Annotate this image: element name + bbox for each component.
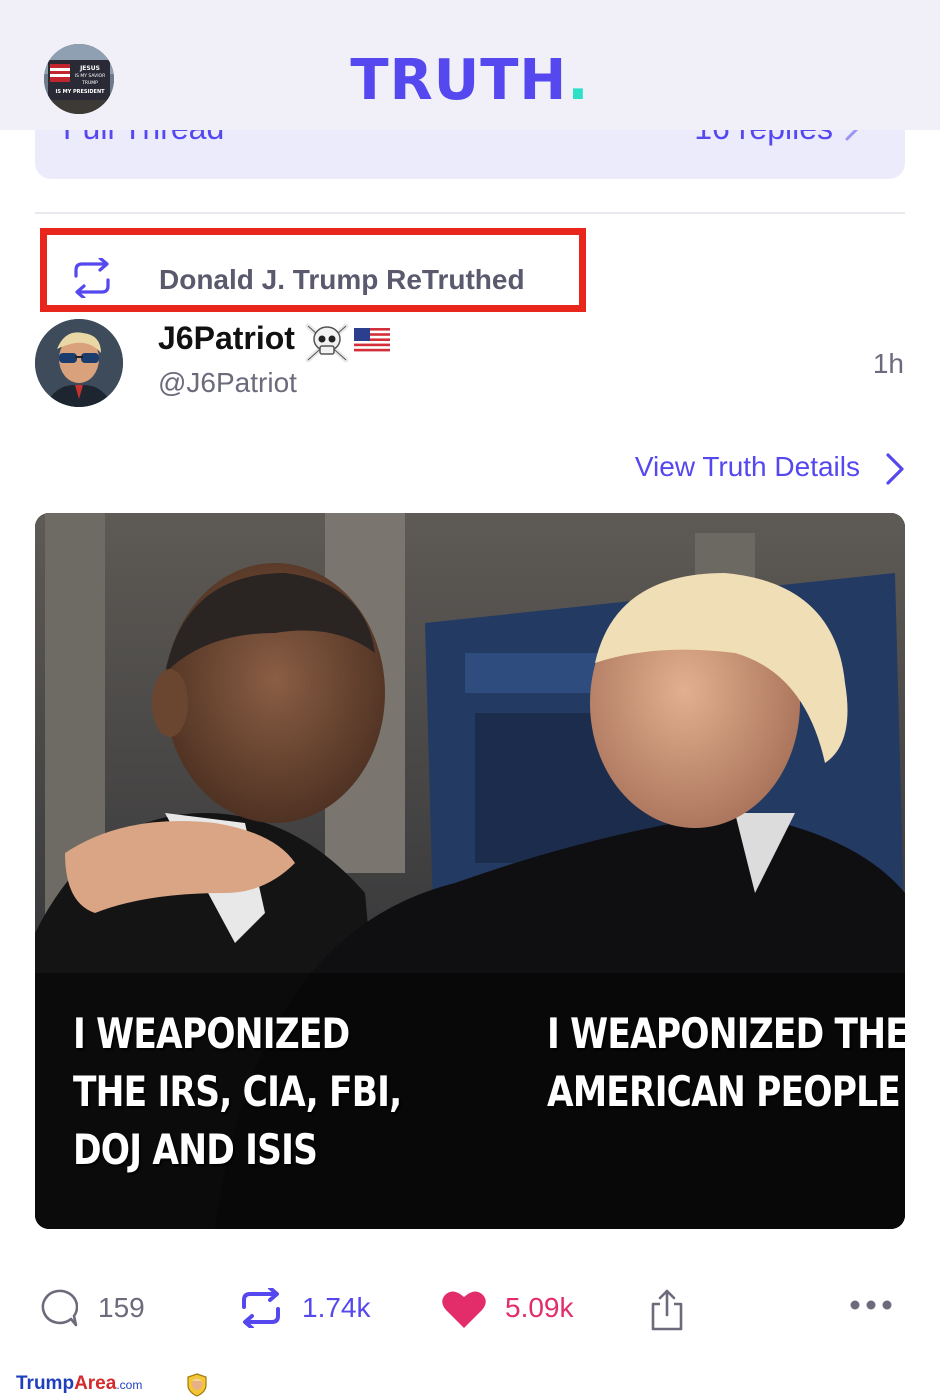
caption-left-line-2: THE IRS, CIA, FBI,	[73, 1067, 402, 1116]
more-icon[interactable]	[848, 1298, 894, 1312]
caption-left-line-1: I WEAPONIZED	[73, 1009, 350, 1058]
logo-dot: .	[567, 48, 590, 113]
meme-caption-right: I WEAPONIZED THE AMERICAN PEOPLE	[547, 1005, 905, 1121]
post-timestamp: 1h	[872, 348, 904, 379]
meme-caption-left: I WEAPONIZED THE IRS, CIA, FBI, DOJ AND …	[73, 1005, 402, 1179]
post-image[interactable]: I WEAPONIZED THE IRS, CIA, FBI, DOJ AND …	[35, 513, 905, 1229]
share-icon[interactable]	[648, 1288, 686, 1332]
skull-crossbones-icon	[305, 323, 349, 363]
retruth-count: 1.74k	[302, 1292, 371, 1323]
author-avatar[interactable]	[35, 319, 123, 407]
reply-count: 159	[98, 1292, 145, 1323]
truth-logo: TRUTH.	[0, 46, 940, 116]
reply-icon[interactable]	[38, 1288, 78, 1328]
divider	[35, 212, 905, 214]
highlight-box	[40, 228, 586, 312]
us-flag-icon	[354, 328, 390, 354]
watermark-part-1: Trump	[16, 1373, 75, 1394]
watermark-part-2: Area	[74, 1373, 117, 1394]
author-handle[interactable]: @J6Patriot	[158, 367, 297, 399]
caption-right-line-2: AMERICAN PEOPLE	[547, 1067, 901, 1116]
like-count: 5.09k	[505, 1292, 574, 1323]
retruth-icon[interactable]	[238, 1288, 284, 1328]
heart-icon[interactable]	[441, 1288, 487, 1330]
author-name[interactable]: J6Patriot	[158, 320, 295, 357]
watermark: TrumpArea.com	[16, 1373, 142, 1397]
logo-text: TRUTH	[350, 48, 568, 113]
watermark-badge-icon	[187, 1373, 207, 1397]
view-truth-details-link[interactable]: View Truth Details	[635, 451, 860, 483]
caption-right-line-1: I WEAPONIZED THE	[547, 1009, 905, 1058]
watermark-part-3: .com	[116, 1378, 143, 1392]
post-actions: 159 1.74k 5.09k	[0, 1278, 940, 1342]
caption-left-line-3: DOJ AND ISIS	[73, 1125, 318, 1174]
author-avatar-image	[35, 319, 123, 407]
app-header: JESUS IS MY SAVIOR TRUMP IS MY PRESIDENT…	[0, 0, 940, 130]
chevron-right-icon[interactable]	[884, 452, 906, 486]
